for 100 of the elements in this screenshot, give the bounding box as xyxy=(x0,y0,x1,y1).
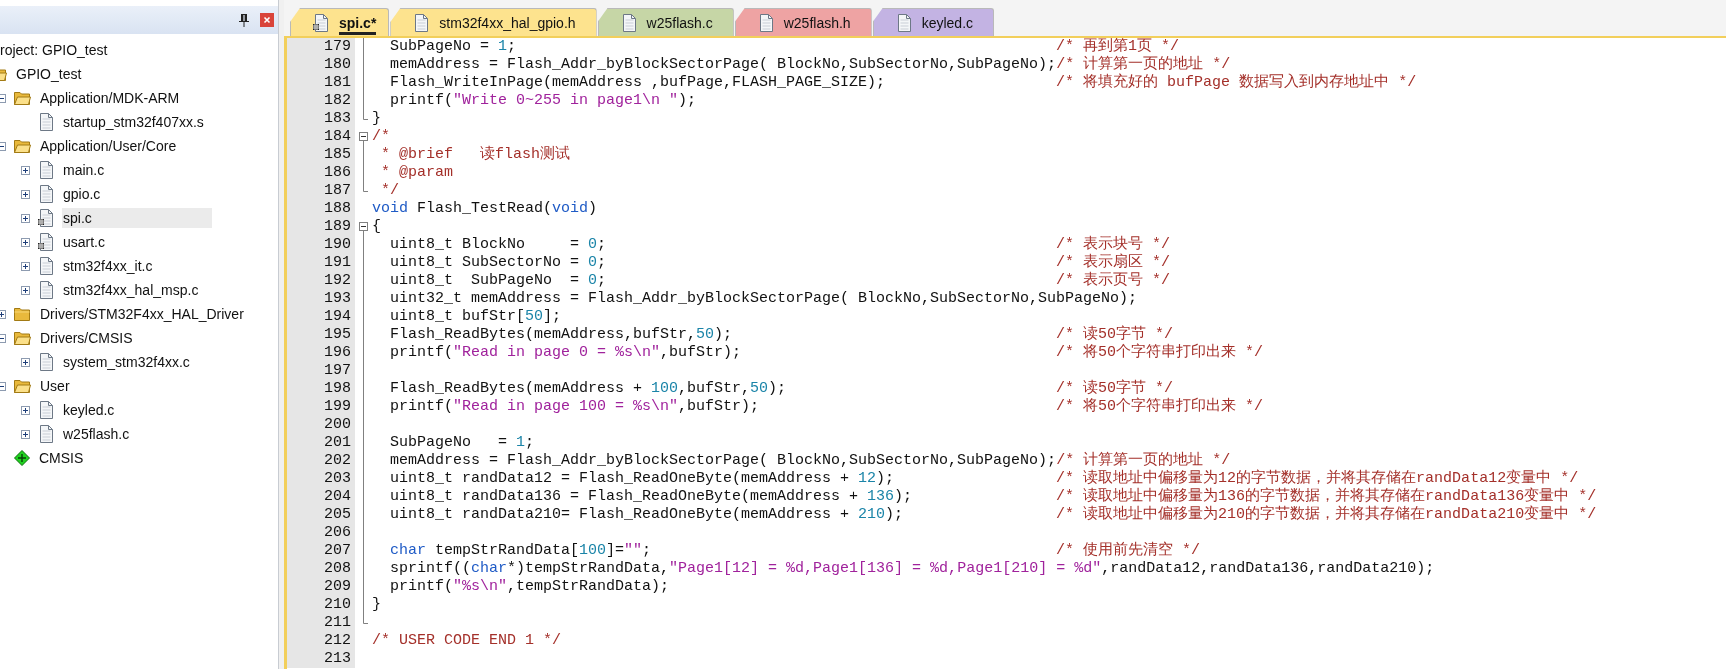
code-line: Flash_ReadBytes(memAddress + 100,bufStr,50); /* 读50字节 */ xyxy=(389,380,1174,397)
expand-icon[interactable] xyxy=(21,237,30,247)
line-number: 181 xyxy=(287,74,355,92)
collapse-icon[interactable] xyxy=(0,333,6,343)
expand-icon[interactable] xyxy=(21,429,30,439)
expand-icon[interactable] xyxy=(21,405,30,415)
collapse-icon[interactable] xyxy=(0,93,6,103)
line-number: 199 xyxy=(287,398,355,416)
file-icon xyxy=(38,185,54,203)
expand-icon[interactable] xyxy=(21,285,30,295)
expand-icon[interactable] xyxy=(21,189,30,199)
tree-item[interactable]: w25flash.c xyxy=(62,424,134,444)
file-tab[interactable]: w25flash.c xyxy=(597,8,734,36)
line-number: 197 xyxy=(287,362,355,380)
line-number: 180 xyxy=(287,56,355,74)
line-number: 183 xyxy=(287,110,355,128)
expand-icon[interactable] xyxy=(21,165,30,175)
code-line: printf("Read in page 100 = %s\n",bufStr); /* 将50个字符串打印出来 */ xyxy=(389,398,1264,416)
tree-item[interactable]: CMSIS xyxy=(38,448,88,468)
code-line: } xyxy=(372,596,382,614)
tree-item[interactable]: stm32f4xx_hal_msp.c xyxy=(62,280,203,300)
expand-icon[interactable] xyxy=(21,261,30,271)
marked-file-icon xyxy=(38,209,54,227)
folder-icon xyxy=(14,307,31,321)
open-folder-icon xyxy=(14,139,31,153)
tree-item[interactable]: Drivers/STM32F4xx_HAL_Driver xyxy=(39,304,248,324)
line-number: 179 xyxy=(287,38,355,56)
code-line: } xyxy=(372,110,382,128)
code-line: sprintf((char*)tempStrRandData,"Page1[12] = %d,Page1[136] = %d,Page1[210] = %d",randData12,randData136,randData210); xyxy=(389,560,1435,578)
collapse-icon[interactable] xyxy=(0,141,6,151)
code-line: uint8_t randData12 = Flash_ReadOneByte(memAddress + 12); /* 读取地址中偏移量为12的字节数据，并将其存储在randData12变量中 */ xyxy=(389,470,1579,487)
code-line: printf("Write 0~255 in page1\n "); xyxy=(389,92,698,110)
file-icon xyxy=(620,13,637,32)
line-number: 184 xyxy=(287,128,355,146)
tree-item[interactable]: GPIO_test xyxy=(15,64,86,84)
close-icon[interactable] xyxy=(260,13,274,27)
code-line: /* USER CODE END 1 */ xyxy=(372,632,563,650)
tree-item[interactable]: keyled.c xyxy=(62,400,119,420)
tree-item[interactable]: spi.c xyxy=(62,208,212,228)
line-number: 203 xyxy=(287,470,355,488)
line-number: 206 xyxy=(287,524,355,542)
expand-icon[interactable] xyxy=(21,213,30,223)
line-number: 210 xyxy=(287,596,355,614)
tree-item[interactable]: main.c xyxy=(62,160,109,180)
line-number: 191 xyxy=(287,254,355,272)
open-folder-icon xyxy=(14,379,31,393)
tree-item[interactable]: Application/User/Core xyxy=(39,136,181,156)
file-icon xyxy=(895,13,912,32)
line-number: 192 xyxy=(287,272,355,290)
code-line: printf("%s\n",tempStrRandData); xyxy=(389,578,671,596)
code-line: uint8_t bufStr[50]; xyxy=(389,308,563,326)
file-icon xyxy=(38,257,54,275)
tree-item[interactable]: usart.c xyxy=(62,232,109,252)
expand-icon[interactable] xyxy=(0,309,6,319)
project-title[interactable]: roject: GPIO_test xyxy=(0,40,108,60)
file-icon xyxy=(38,353,54,371)
tree-item[interactable]: startup_stm32f407xx.s xyxy=(62,112,208,132)
code-line: /* xyxy=(372,128,391,146)
line-number: 211 xyxy=(287,614,355,632)
diamond-icon xyxy=(14,450,30,466)
collapse-icon[interactable] xyxy=(0,381,6,391)
line-number: 208 xyxy=(287,560,355,578)
file-icon xyxy=(38,281,54,299)
code-line: void Flash_TestRead(void) xyxy=(372,200,599,218)
file-icon xyxy=(38,425,54,443)
tree-item[interactable]: system_stm32f4xx.c xyxy=(62,352,194,372)
line-number: 182 xyxy=(287,92,355,110)
code-line: char tempStrRandData[100]=""; /* 使用前先清空 */ xyxy=(389,542,1201,560)
line-number: 207 xyxy=(287,542,355,560)
open-folder-icon xyxy=(14,331,31,345)
pin-icon[interactable] xyxy=(238,13,250,27)
expand-icon[interactable] xyxy=(21,357,30,367)
code-line: Flash_WriteInPage(memAddress ,bufPage,FLASH_PAGE_SIZE); /* 将填充好的 bufPage 数据写入到内存地址中 */ xyxy=(389,74,1417,92)
file-tab[interactable]: keyled.c xyxy=(872,8,994,36)
file-tab[interactable]: w25flash.h xyxy=(734,8,872,36)
file-icon xyxy=(38,161,54,179)
file-tab[interactable]: spi.c* xyxy=(290,8,390,36)
file-tab[interactable]: stm32f4xx_hal_gpio.h xyxy=(390,8,597,36)
code-line: uint8_t SubSectorNo = 0; /* 表示扇区 */ xyxy=(389,254,1171,271)
code-line: { xyxy=(372,218,382,236)
tree-item[interactable]: Drivers/CMSIS xyxy=(39,328,137,348)
line-number: 188 xyxy=(287,200,355,218)
tree-item[interactable]: User xyxy=(39,376,74,396)
code-line: uint8_t randData210= Flash_ReadOneByte(memAddress + 210); /* 读取地址中偏移量为210的字节数据，并将其存储在randData210变量中 */ xyxy=(389,506,1597,524)
line-number: 202 xyxy=(287,452,355,470)
code-line: */ xyxy=(380,182,400,200)
file-icon xyxy=(38,113,54,131)
code-line: uint32_t memAddress = Flash_Addr_byBlockSectorPage( BlockNo,SubSectorNo,SubPageNo); xyxy=(389,290,1138,308)
code-line: memAddress = Flash_Addr_byBlockSectorPage( BlockNo,SubSectorNo,SubPageNo);/* 计算第一页的地址 */ xyxy=(389,452,1231,469)
tree-item[interactable]: gpio.c xyxy=(62,184,105,204)
code-line: memAddress = Flash_Addr_byBlockSectorPage( BlockNo,SubSectorNo,SubPageNo);/* 计算第一页的地址 */ xyxy=(389,56,1231,73)
line-number: 193 xyxy=(287,290,355,308)
code-line: * @brief 读flash测试 xyxy=(380,146,572,164)
line-number: 186 xyxy=(287,164,355,182)
line-number: 213 xyxy=(287,650,355,668)
file-icon xyxy=(757,13,774,32)
tree-item[interactable]: stm32f4xx_it.c xyxy=(62,256,157,276)
line-number: 187 xyxy=(287,182,355,200)
tree-item[interactable]: Application/MDK-ARM xyxy=(39,88,184,108)
line-number: 195 xyxy=(287,326,355,344)
